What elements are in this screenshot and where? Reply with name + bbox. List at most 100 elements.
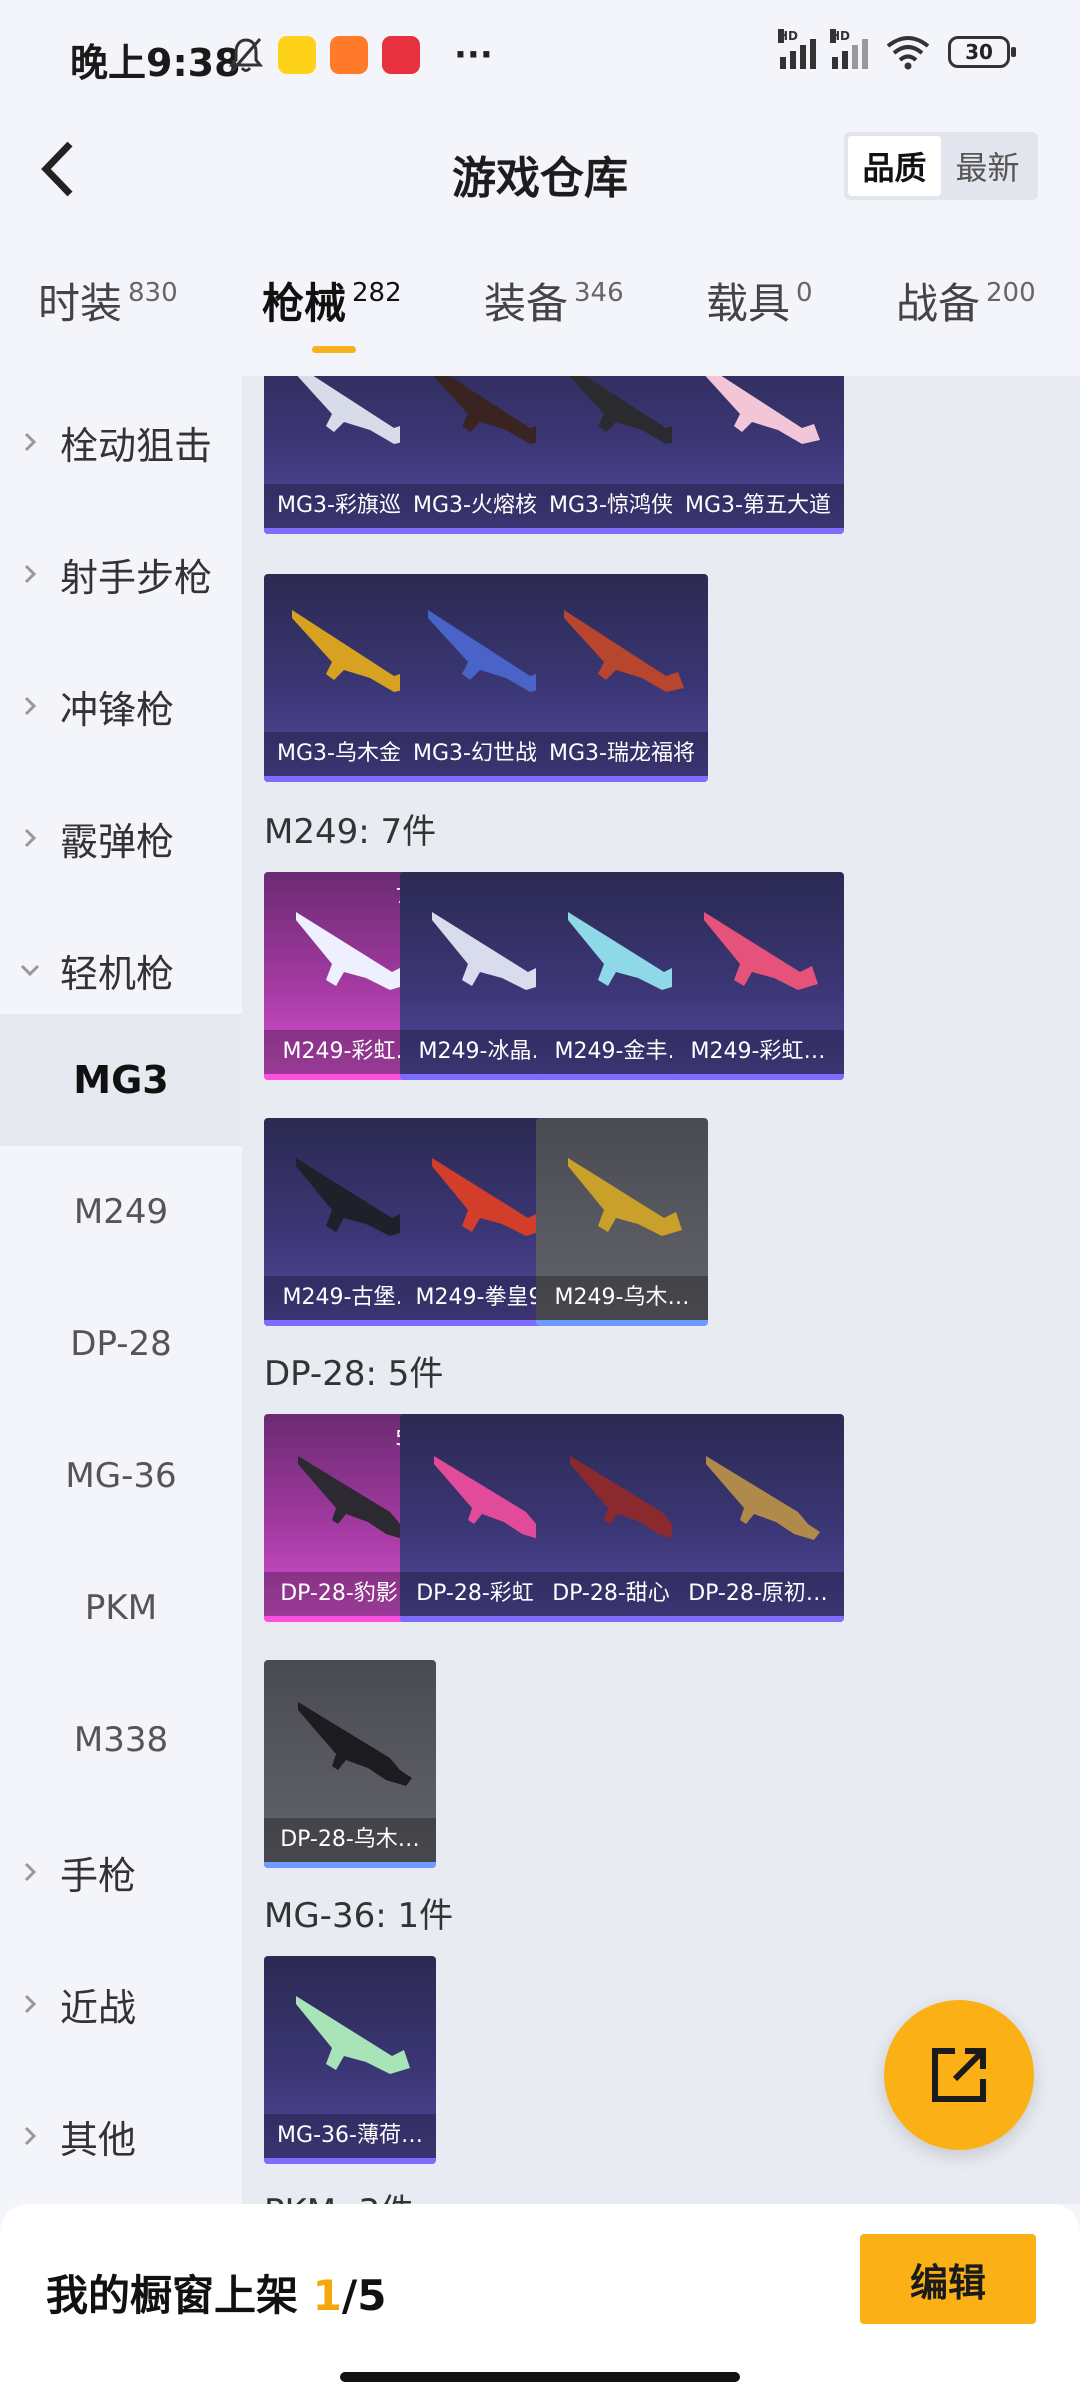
- item-card[interactable]: DP-28-原初…: [672, 1414, 844, 1622]
- rarity-bar: [536, 1320, 708, 1326]
- item-name: MG3-第五大道: [672, 484, 844, 528]
- sidebar-item-label: 栓动狙击: [60, 423, 213, 468]
- sidebar-item-label: 射手步枪: [60, 555, 213, 600]
- sidebar-subitem-dp28[interactable]: DP-28: [0, 1278, 242, 1410]
- tab-label: 战备: [896, 279, 981, 328]
- edit-button[interactable]: 编辑: [860, 2234, 1036, 2324]
- item-name: DP-28-乌木…: [264, 1818, 436, 1862]
- sidebar-item-label: 其他: [60, 2117, 137, 2162]
- battery-icon: 30: [948, 36, 1016, 68]
- tab-guns[interactable]: 枪械 282: [262, 270, 402, 331]
- chevron-right-icon: [0, 1806, 60, 1938]
- bottom-bar: 我的橱窗上架 1/5 编辑: [0, 2204, 1080, 2400]
- sidebar: 栓动狙击 射手步枪 冲锋枪 霰弹枪 轻机枪 MG3 M249 DP-28 MG-…: [0, 376, 242, 2206]
- sidebar-subitem-m249[interactable]: M249: [0, 1146, 242, 1278]
- tab-vehicles[interactable]: 载具 0: [706, 270, 813, 331]
- item-card[interactable]: MG3-第五大道: [672, 376, 844, 534]
- app-notification-icon: [278, 36, 316, 74]
- rarity-bar: [264, 1862, 436, 1868]
- sort-toggle: 品质 最新: [844, 132, 1038, 200]
- tab-label: 时装: [38, 279, 123, 328]
- rarity-bar: [672, 528, 844, 534]
- item-card[interactable]: M249-乌木…: [536, 1118, 708, 1326]
- sidebar-item-marksman-rifle[interactable]: 射手步枪: [0, 508, 242, 640]
- tab-label: 装备: [484, 279, 569, 328]
- tab-count: 282: [352, 278, 402, 308]
- rarity-bar: [672, 1616, 844, 1622]
- share-icon: [932, 2048, 986, 2102]
- gun-skin-icon: [705, 376, 820, 444]
- active-tab-indicator: [312, 346, 356, 353]
- group-title-dp28: DP-28: 5件: [264, 1354, 444, 1394]
- app-notification-icon: [382, 36, 420, 74]
- chevron-right-icon: [0, 2070, 60, 2202]
- sidebar-subitem-mg36[interactable]: MG-36: [0, 1410, 242, 1542]
- sidebar-item-melee[interactable]: 近战: [0, 1938, 242, 2070]
- more-notifications-icon: ···: [454, 35, 493, 75]
- bell-off-icon: [228, 38, 264, 72]
- item-name: DP-28-原初…: [672, 1572, 844, 1616]
- chevron-right-icon: [0, 508, 60, 640]
- tab-gear[interactable]: 战备 200: [896, 270, 1036, 331]
- rarity-bar: [264, 2158, 436, 2164]
- category-tabs: 时装 830 枪械 282 装备 346 载具 0 战备 200: [0, 270, 1080, 360]
- item-name: MG3-瑞龙福将: [536, 732, 708, 776]
- sort-quality-button[interactable]: 品质: [848, 136, 941, 196]
- group-title-pkm: PKM: 3件: [264, 2184, 414, 2204]
- sidebar-subitem-mg3[interactable]: MG3: [0, 1014, 242, 1146]
- sidebar-item-pistol[interactable]: 手枪: [0, 1806, 242, 1938]
- sidebar-item-other[interactable]: 其他: [0, 2070, 242, 2202]
- gun-skin-icon: [564, 610, 684, 692]
- tab-equipment[interactable]: 装备 346: [484, 270, 624, 331]
- showcase-total: /5: [341, 2271, 387, 2320]
- tab-label: 载具: [706, 279, 791, 328]
- screen: 晚上9:38 ··· HD HD 30 游戏仓库 品质 最新 时装 830 枪械…: [0, 0, 1080, 2400]
- notification-icons: ···: [228, 36, 493, 74]
- item-grid: MG3-彩旗巡礼 MG3-火熔核心 MG3-惊鸿侠骨 MG3-第五大道 MG3-…: [242, 376, 1080, 2204]
- sidebar-item-label: 手枪: [60, 1853, 137, 1898]
- home-indicator[interactable]: [340, 2372, 740, 2382]
- sidebar-item-label: 近战: [60, 1985, 137, 2030]
- tab-count: 346: [574, 278, 624, 308]
- showcase-current: 1: [312, 2271, 342, 2320]
- item-name: MG-36-薄荷…: [264, 2114, 436, 2158]
- gun-skin-icon: [706, 1456, 820, 1540]
- share-button[interactable]: [884, 2000, 1034, 2150]
- item-card[interactable]: MG3-瑞龙福将: [536, 574, 708, 782]
- item-card[interactable]: DP-28-乌木…: [264, 1660, 436, 1868]
- sidebar-subitem-m338[interactable]: M338: [0, 1674, 242, 1806]
- group-title-mg36: MG-36: 1件: [264, 1896, 454, 1936]
- app-notification-icon: [330, 36, 368, 74]
- chevron-right-icon: [0, 640, 60, 772]
- sidebar-item-smg[interactable]: 冲锋枪: [0, 640, 242, 772]
- chevron-right-icon: [0, 376, 60, 508]
- sort-newest-button[interactable]: 最新: [941, 136, 1034, 196]
- sidebar-item-label: 霰弹枪: [60, 819, 175, 864]
- group-title-m249: M249: 7件: [264, 812, 437, 852]
- status-time: 晚上9:38: [70, 41, 241, 85]
- signal-icon: HD: [778, 29, 816, 69]
- rarity-bar: [536, 776, 708, 782]
- sidebar-item-shotgun[interactable]: 霰弹枪: [0, 772, 242, 904]
- tab-outfits[interactable]: 时装 830: [38, 270, 178, 331]
- gun-skin-icon: [568, 1158, 682, 1236]
- sidebar-item-label: 冲锋枪: [60, 687, 175, 732]
- chevron-right-icon: [0, 772, 60, 904]
- sidebar-subitem-pkm[interactable]: PKM: [0, 1542, 242, 1674]
- gun-skin-icon: [296, 1996, 410, 2074]
- signal-icon: HD: [830, 29, 868, 69]
- wifi-icon: [886, 36, 930, 70]
- tab-count: 0: [796, 278, 813, 308]
- item-card[interactable]: M249-彩虹…: [672, 872, 844, 1080]
- chevron-right-icon: [0, 1938, 60, 2070]
- showcase-label: 我的橱窗上架: [46, 2271, 299, 2320]
- header: 游戏仓库 品质 最新: [0, 120, 1080, 220]
- showcase-count: 我的橱窗上架 1/5: [46, 2262, 386, 2323]
- sidebar-item-label: 轻机枪: [60, 951, 175, 996]
- sidebar-item-bolt-action-sniper[interactable]: 栓动狙击: [0, 376, 242, 508]
- gun-skin-icon: [298, 1702, 412, 1786]
- item-card[interactable]: MG-36-薄荷…: [264, 1956, 436, 2164]
- status-bar: 晚上9:38 ··· HD HD 30: [0, 0, 1080, 110]
- gun-skin-icon: [704, 912, 818, 990]
- tab-label: 枪械: [262, 279, 347, 328]
